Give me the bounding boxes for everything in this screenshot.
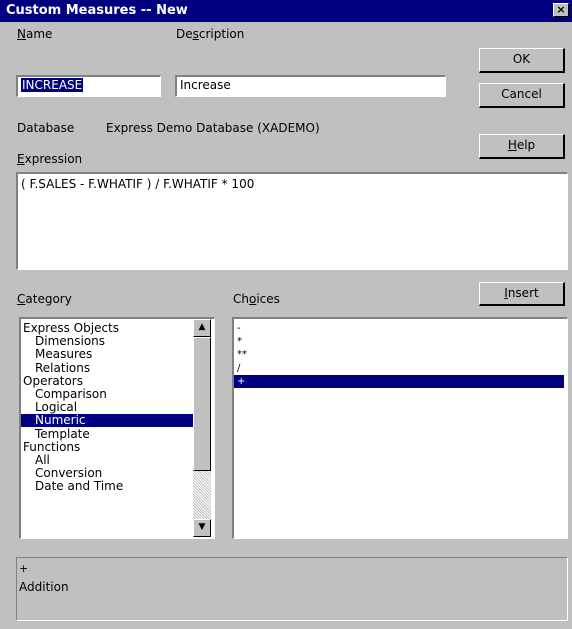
ok-button[interactable]: OK: [479, 48, 565, 73]
category-item[interactable]: Conversion: [21, 467, 193, 480]
scroll-down-arrow-icon[interactable]: ▼: [193, 519, 211, 537]
category-item[interactable]: Operators: [21, 374, 193, 388]
category-item[interactable]: Dimensions: [21, 335, 193, 348]
expression-label: Expression: [17, 152, 83, 166]
name-input[interactable]: INCREASE: [16, 75, 161, 97]
category-item[interactable]: All: [21, 454, 193, 467]
category-label: Category: [17, 292, 72, 306]
scroll-up-arrow-icon[interactable]: ▲: [193, 319, 211, 337]
database-value: Express Demo Database (XADEMO): [106, 121, 320, 135]
description-input[interactable]: Increase: [175, 75, 446, 97]
choice-item[interactable]: *: [234, 335, 564, 348]
description-label: Description: [176, 27, 245, 41]
category-item[interactable]: Template: [21, 427, 193, 441]
category-item[interactable]: Functions: [21, 440, 193, 454]
choice-item[interactable]: +: [234, 374, 564, 388]
choice-description-panel: + Addition: [16, 557, 568, 621]
category-item[interactable]: Comparison: [21, 388, 193, 401]
window-title: Custom Measures -- New: [6, 3, 188, 18]
expression-textarea[interactable]: ( F.SALES - F.WHATIF ) / F.WHATIF * 100: [16, 172, 568, 270]
category-item[interactable]: Measures: [21, 348, 193, 361]
close-icon[interactable]: ×: [553, 3, 569, 17]
help-button[interactable]: Help: [479, 134, 565, 159]
choice-item[interactable]: /: [234, 362, 564, 375]
cancel-button[interactable]: Cancel: [479, 83, 565, 108]
name-input-value: INCREASE: [21, 78, 84, 92]
choice-item[interactable]: **: [234, 348, 564, 361]
category-scrollbar[interactable]: ▲ ▼: [193, 319, 211, 537]
database-label: Database: [17, 121, 75, 135]
category-item[interactable]: Logical: [21, 401, 193, 414]
category-item[interactable]: Date and Time: [21, 480, 193, 493]
category-list[interactable]: Express Objects Dimensions Measures Relatio…: [19, 317, 215, 539]
choices-list[interactable]: - * ** / +: [232, 317, 568, 539]
choices-label: Choices: [233, 292, 280, 306]
scroll-thumb[interactable]: [193, 337, 211, 471]
choice-item[interactable]: -: [234, 322, 564, 335]
choice-symbol: +: [19, 562, 29, 575]
description-input-value: Increase: [180, 78, 231, 92]
category-item[interactable]: Express Objects: [21, 322, 193, 335]
category-item[interactable]: Relations: [21, 361, 193, 375]
expression-value: ( F.SALES - F.WHATIF ) / F.WHATIF * 100: [21, 177, 255, 191]
insert-button[interactable]: Insert: [479, 282, 565, 306]
choice-description: Addition: [19, 580, 69, 594]
name-label: Name: [17, 27, 53, 41]
title-bar: Custom Measures -- New ×: [0, 0, 572, 22]
category-item[interactable]: Numeric: [21, 414, 193, 428]
